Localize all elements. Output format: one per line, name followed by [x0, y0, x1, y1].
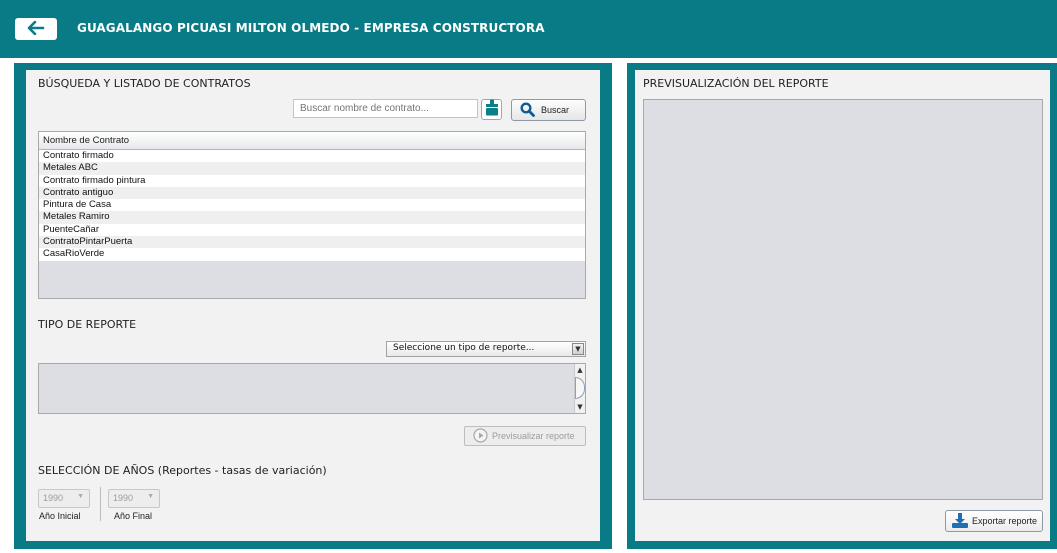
export-report-label: Exportar reporte	[972, 516, 1038, 526]
download-icon	[951, 512, 969, 531]
scroll-up-icon[interactable]: ▲	[576, 366, 584, 374]
back-button[interactable]	[15, 18, 57, 40]
table-row[interactable]: ContratoPintarPuerta	[39, 236, 585, 249]
years-section-title: SELECCIÓN DE AÑOS (Reportes - tasas de v…	[38, 464, 327, 477]
table-row[interactable]: Metales ABC	[39, 162, 585, 175]
report-preview-area	[643, 99, 1043, 500]
preview-section-title: PREVISUALIZACIÓN DEL REPORTE	[643, 77, 829, 90]
table-row[interactable]: PuenteCañar	[39, 223, 585, 237]
preview-report-button[interactable]: Previsualizar reporte	[464, 426, 586, 446]
contracts-section-title: BÚSQUEDA Y LISTADO DE CONTRATOS	[38, 77, 251, 90]
report-type-section-title: TIPO DE REPORTE	[38, 318, 137, 331]
end-year-value: 1990	[113, 493, 134, 503]
table-row[interactable]: CasaRioVerde	[39, 248, 585, 261]
end-year-select[interactable]: 1990 ▼	[108, 489, 160, 508]
scroll-thumb[interactable]	[575, 377, 585, 399]
search-icon	[520, 101, 535, 119]
search-button-label: Buscar	[541, 105, 570, 115]
table-row[interactable]: Metales Ramiro	[39, 211, 585, 224]
divider	[100, 487, 101, 521]
chevron-down-icon: ▼	[572, 343, 584, 355]
play-icon	[473, 427, 488, 445]
contracts-table: Nombre de Contrato Contrato firmado Meta…	[38, 131, 586, 299]
chevron-down-icon: ▼	[77, 493, 84, 500]
table-row[interactable]: Contrato firmado	[39, 150, 585, 163]
chevron-down-icon: ▼	[147, 493, 154, 500]
table-header-contract-name[interactable]: Nombre de Contrato	[39, 132, 585, 150]
end-year-label: Año Final	[114, 511, 153, 521]
preview-report-label: Previsualizar reporte	[492, 431, 575, 441]
app-title: GUAGALANGO PICUASI MILTON OLMEDO - EMPRE…	[77, 21, 545, 35]
table-row[interactable]: Contrato antiguo	[39, 186, 585, 200]
report-description-area[interactable]: ▲ ▼	[38, 363, 586, 414]
start-year-select[interactable]: 1990 ▼	[38, 489, 90, 508]
contract-search-input[interactable]	[293, 99, 478, 118]
export-report-button[interactable]: Exportar reporte	[945, 510, 1043, 532]
clear-search-button[interactable]	[481, 99, 502, 120]
brush-icon	[485, 99, 499, 120]
table-row[interactable]: Contrato firmado pintura	[39, 174, 585, 187]
app-header: GUAGALANGO PICUASI MILTON OLMEDO - EMPRE…	[0, 0, 1057, 58]
arrow-left-icon	[27, 20, 45, 39]
vertical-scrollbar[interactable]: ▲ ▼	[574, 364, 585, 413]
scroll-down-icon[interactable]: ▼	[576, 403, 584, 411]
report-type-select-value: Seleccione un tipo de reporte...	[393, 343, 535, 353]
start-year-value: 1990	[43, 493, 64, 503]
report-type-select[interactable]: Seleccione un tipo de reporte... ▼	[386, 341, 586, 357]
start-year-label: Año Inicial	[39, 511, 81, 521]
table-row[interactable]: Pintura de Casa	[39, 199, 585, 212]
search-button[interactable]: Buscar	[511, 99, 586, 121]
